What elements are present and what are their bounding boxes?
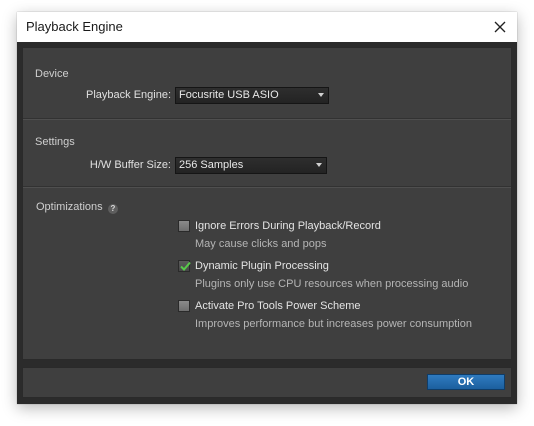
dialog-body: Device Playback Engine: Focusrite USB AS… bbox=[17, 42, 517, 404]
optimizations-section-label: Optimizations bbox=[36, 201, 103, 213]
power-scheme-label[interactable]: Activate Pro Tools Power Scheme bbox=[195, 300, 360, 312]
ignore-errors-description: May cause clicks and pops bbox=[195, 238, 327, 250]
power-scheme-description: Improves performance but increases power… bbox=[195, 318, 472, 330]
chevron-down-icon bbox=[316, 163, 322, 167]
settings-section-label: Settings bbox=[35, 136, 75, 148]
help-icon[interactable]: ? bbox=[108, 204, 118, 214]
section-divider bbox=[23, 119, 511, 120]
device-section-label: Device bbox=[35, 68, 69, 80]
title-bar[interactable]: Playback Engine bbox=[17, 12, 517, 42]
ignore-errors-label[interactable]: Ignore Errors During Playback/Record bbox=[195, 220, 381, 232]
ignore-errors-checkbox[interactable] bbox=[178, 220, 190, 232]
close-icon[interactable] bbox=[489, 16, 511, 38]
playback-engine-value: Focusrite USB ASIO bbox=[179, 89, 279, 101]
checkmark-icon bbox=[180, 261, 191, 271]
window-title: Playback Engine bbox=[26, 19, 123, 34]
chevron-down-icon bbox=[318, 93, 324, 97]
dynamic-plugin-label[interactable]: Dynamic Plugin Processing bbox=[195, 260, 329, 272]
ok-button[interactable]: OK bbox=[427, 374, 505, 390]
power-scheme-checkbox[interactable] bbox=[178, 300, 190, 312]
dynamic-plugin-description: Plugins only use CPU resources when proc… bbox=[195, 278, 469, 290]
dialog-footer: OK bbox=[22, 367, 512, 398]
buffer-size-value: 256 Samples bbox=[179, 159, 244, 171]
playback-engine-dialog: Playback Engine Device Playback Engine: … bbox=[17, 12, 517, 404]
buffer-size-label: H/W Buffer Size: bbox=[89, 159, 171, 171]
buffer-size-select[interactable]: 256 Samples bbox=[175, 157, 327, 174]
playback-engine-select[interactable]: Focusrite USB ASIO bbox=[175, 87, 329, 104]
settings-panel: Device Playback Engine: Focusrite USB AS… bbox=[22, 47, 512, 360]
section-divider bbox=[23, 187, 511, 188]
dynamic-plugin-checkbox[interactable] bbox=[178, 260, 191, 272]
playback-engine-label: Playback Engine: bbox=[86, 89, 171, 101]
